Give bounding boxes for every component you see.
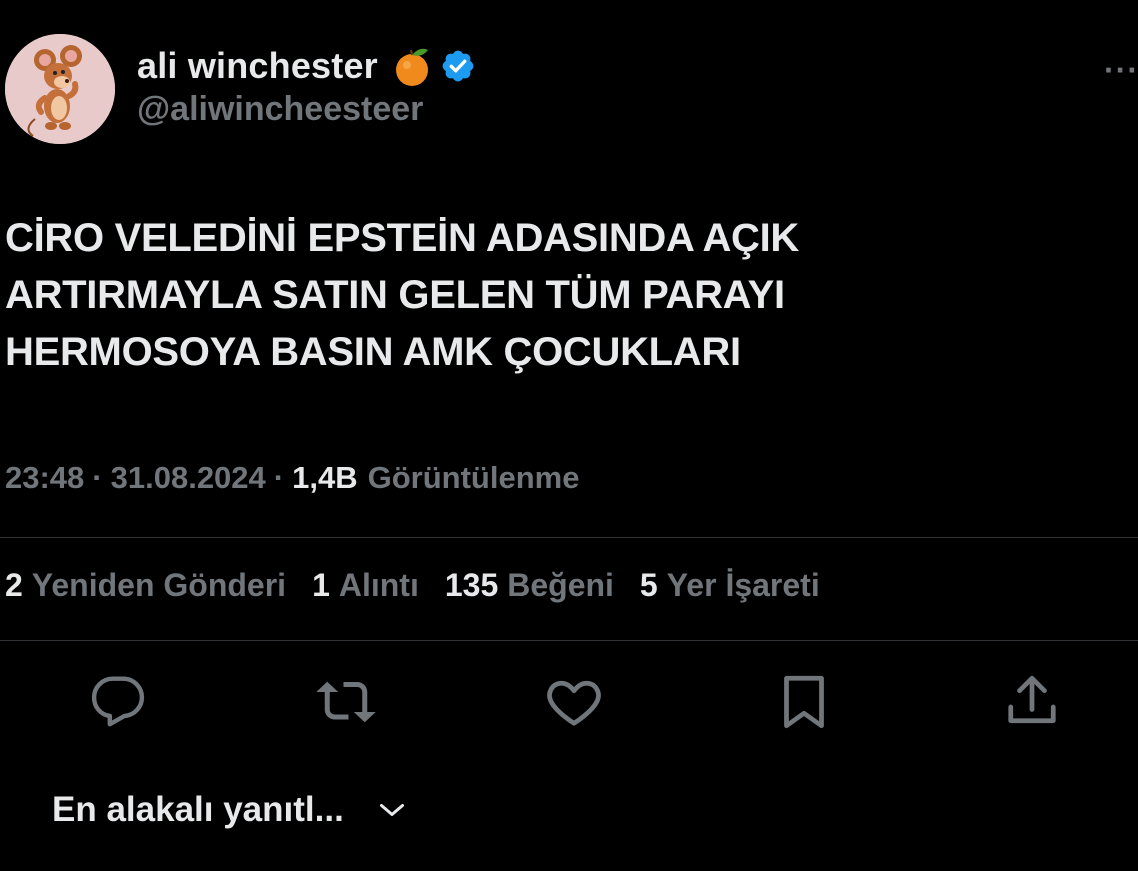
more-options-icon[interactable]: ··· — [1104, 52, 1138, 89]
avatar[interactable] — [5, 34, 115, 144]
likes-count: 135 — [444, 567, 499, 603]
likes-label: Beğeni — [507, 567, 614, 603]
quotes-label: Alıntı — [338, 567, 419, 603]
bookmarks-stat[interactable]: 5 Yer İşareti — [640, 567, 820, 604]
tweet-meta: 23:48 · 31.08.2024 · 1,4B Görüntülenme — [5, 460, 579, 496]
replies-sort-label: En alakalı yanıtl... — [52, 790, 344, 829]
repost-button[interactable] — [316, 670, 376, 734]
views-label: Görüntülenme — [367, 460, 580, 495]
reposts-stat[interactable]: 2 Yeniden Gönderi — [5, 567, 286, 604]
quotes-count: 1 — [312, 567, 330, 603]
views-count: 1,4B — [292, 460, 358, 495]
tweet-stats: 2 Yeniden Gönderi 1 Alıntı 135 Beğeni 5 … — [5, 567, 846, 604]
replies-sort-dropdown[interactable]: En alakalı yanıtl... — [52, 790, 410, 830]
action-bar — [0, 670, 1138, 740]
tweet-text: CİRO VELEDİNİ EPSTEİN ADASINDA AÇIK ARTI… — [5, 216, 800, 374]
tweet-date[interactable]: 31.08.2024 — [111, 460, 266, 496]
quotes-stat[interactable]: 1 Alıntı — [312, 567, 419, 604]
like-button[interactable] — [544, 670, 604, 734]
like-icon — [547, 680, 601, 726]
bookmarks-count: 5 — [639, 567, 658, 603]
bookmark-icon — [784, 675, 824, 729]
share-icon — [1008, 675, 1056, 724]
reposts-count: 2 — [5, 567, 23, 603]
author-handle[interactable]: @aliwincheesteer — [137, 90, 423, 129]
reply-button[interactable] — [88, 670, 148, 734]
tweet-time[interactable]: 23:48 — [5, 460, 84, 496]
reply-icon — [91, 676, 145, 727]
mouse-character-icon — [5, 34, 115, 144]
share-button[interactable] — [1002, 670, 1062, 734]
meta-separator: · — [92, 460, 103, 495]
divider — [0, 537, 1138, 538]
likes-stat[interactable]: 135 Beğeni — [445, 567, 614, 604]
verified-badge-icon[interactable] — [440, 48, 476, 84]
divider — [0, 640, 1138, 641]
author-name-row: ali winchester — [137, 40, 476, 92]
reposts-label: Yeniden Gönderi — [31, 567, 287, 603]
bookmark-button[interactable] — [774, 670, 834, 734]
orange-icon — [392, 44, 432, 88]
meta-separator: · — [273, 460, 285, 495]
chevron-down-icon — [379, 804, 404, 816]
bookmarks-label: Yer İşareti — [666, 567, 820, 603]
author-name[interactable]: ali winchester — [137, 45, 378, 87]
repost-icon — [316, 681, 376, 723]
